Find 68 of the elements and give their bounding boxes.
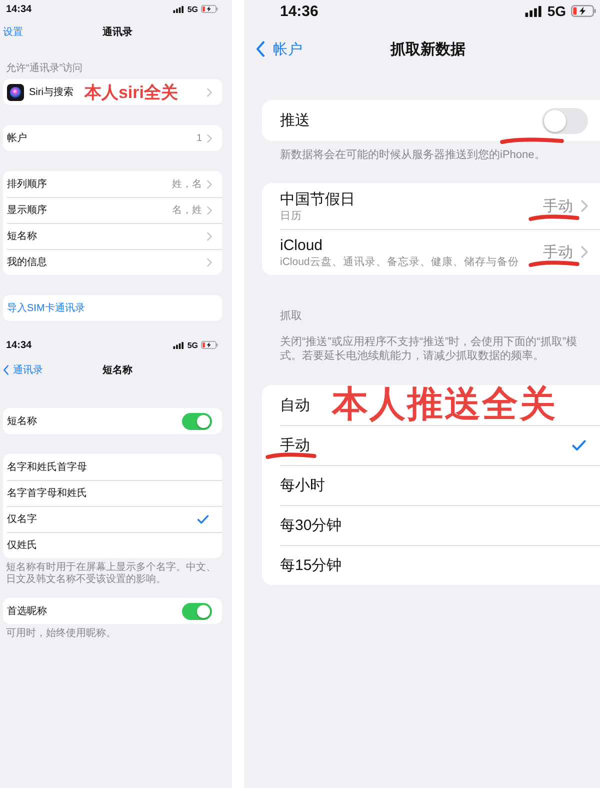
chevron-icon [207,206,212,214]
chevron-icon [207,232,212,240]
back-chevron-icon [256,41,265,57]
row-title: 中国节假日 [280,190,355,208]
orb-app-icon [7,84,24,100]
option-row[interactable]: 每30分钟 [262,505,600,545]
signal-icon [525,6,542,16]
row-subtitle: 日历 [280,208,303,222]
row-value: 1 [196,132,202,144]
toggle-switch[interactable] [182,412,212,430]
section-footer: 新数据将会在可能的时候从服务器推送到您的iPhone。 [244,141,600,162]
nav-title: 短名称 [102,364,132,377]
chevron-icon [207,88,212,96]
section-header: 允许“通讯录”访问 [5,62,84,76]
section-footer: 可用时，始终使用昵称。 [0,624,232,640]
network-label: 5G [547,3,566,19]
signal-icon [173,342,184,348]
row-value: 姓，名 [172,178,202,191]
signal-icon [173,6,184,12]
chevron-icon [207,258,212,266]
handwritten-annotation: 本人推送全关 [332,385,557,423]
option-row[interactable]: 每小时 [262,465,600,505]
battery-icon [201,5,218,13]
option-row[interactable]: 名字和姓氏首字母 [3,454,222,480]
link-button[interactable]: 导入SIM卡通讯录 [7,301,85,315]
row-value: 名，姓 [172,204,202,217]
settings-row[interactable]: iCloud iCloud云盘、通讯录、备忘录、健康、储存与备份 手动 [262,229,600,275]
chevron-icon [581,200,588,212]
option-row[interactable]: 自动 本人推送全关 [262,385,600,425]
row-value: 手动 [543,196,573,216]
back-chevron-icon [3,365,9,375]
row-value: 手动 [543,242,573,262]
settings-row[interactable]: 显示顺序 名，姓 [3,197,222,223]
option-row[interactable]: 手动 [262,425,600,465]
option-row[interactable]: 每15分钟 [262,545,600,585]
nav-title: 通讯录 [102,26,132,39]
settings-row[interactable]: 我的信息 [3,249,222,275]
chevron-icon [207,180,212,188]
handwritten-annotation: 本人siri全关 [84,84,178,100]
row-subtitle: iCloud云盘、通讯录、备忘录、健康、储存与备份 [280,254,519,268]
toggle-switch[interactable] [542,108,588,134]
section-header: 抓取 [279,309,303,324]
chevron-icon [581,246,588,258]
row-title: iCloud [280,236,324,254]
settings-row[interactable]: 中国节假日 日历 手动 [262,183,600,229]
network-label: 5G [187,4,198,14]
settings-row[interactable]: 帐户 1 [3,125,222,151]
battery-icon [201,341,218,349]
chevron-icon [207,134,212,142]
option-row[interactable]: 仅姓氏 [3,532,222,558]
back-button[interactable]: 设置 [3,25,23,39]
network-label: 5G [187,340,198,350]
option-row[interactable]: 名字首字母和姓氏 [3,480,222,506]
status-time: 14:36 [280,2,318,20]
section-footer: 短名称有时用于在屏幕上显示多个名字。中文、日文及韩文名称不受该设置的影响。 [0,558,232,586]
settings-row[interactable]: 排列顺序 姓，名 [3,171,222,197]
nav-title: 抓取新数据 [390,40,466,58]
toggle-label: 首选昵称 [7,604,47,618]
settings-row[interactable]: 短名称 [3,223,222,249]
toggle-switch[interactable] [182,602,212,620]
status-time: 14:34 [6,340,32,350]
section-description: 关闭“推送”或应用程序不支持“推送”时，会使用下面的“抓取”模式。若要延长电池续航能力，请减少抓取数据的频率。 [279,335,578,364]
toggle-label: 推送 [280,111,310,130]
toggle-label: 短名称 [7,415,37,428]
battery-icon [571,5,596,17]
status-time: 14:34 [6,4,32,14]
settings-row[interactable]: Siri与搜索 本人siri全关 [3,79,222,105]
option-row[interactable]: 仅名字 [3,506,222,532]
